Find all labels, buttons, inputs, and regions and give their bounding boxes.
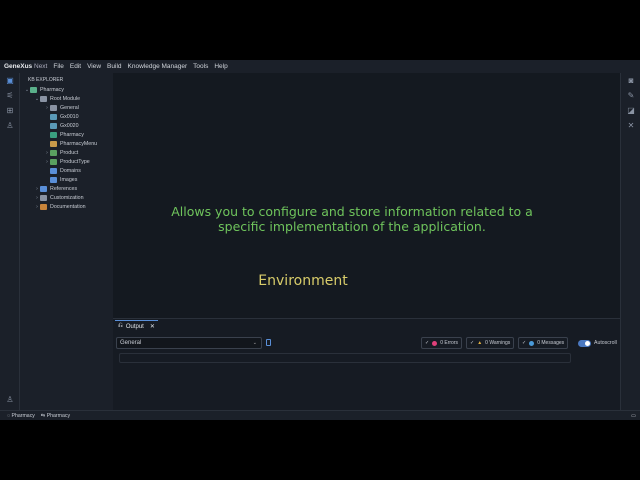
kb-tree: ⌄ Pharmacy ⌄ Root Module › General Gx0010 Gx002… bbox=[20, 85, 113, 211]
tree-item-label: Product bbox=[60, 149, 79, 156]
output-category-select[interactable]: General ⌄ bbox=[116, 337, 262, 349]
activity-bar: ▣ ⚟ ⊞ ♙ ♙ bbox=[0, 73, 20, 410]
kb-explorer-icon[interactable]: ▣ bbox=[0, 73, 20, 88]
autoscroll-toggle[interactable] bbox=[578, 340, 591, 347]
object-icon bbox=[50, 149, 57, 156]
error-icon bbox=[432, 340, 438, 346]
object-icon bbox=[50, 131, 57, 138]
autoscroll-label: Autoscroll bbox=[594, 340, 617, 346]
tab-output[interactable]: ⎌ Output ✕ bbox=[115, 320, 158, 332]
tree-item-label: Images bbox=[60, 176, 78, 183]
team-icon[interactable]: ♙ bbox=[0, 118, 20, 133]
messages-filter[interactable]: ✓ 0 Messages bbox=[518, 337, 569, 349]
check-icon: ✓ bbox=[522, 340, 527, 346]
object-icon bbox=[50, 122, 57, 129]
info-icon bbox=[529, 340, 535, 346]
tree-item-label: Gx0020 bbox=[60, 122, 79, 129]
app-window: GeneXus Next File Edit View Build Knowle… bbox=[0, 60, 640, 420]
object-icon bbox=[30, 86, 37, 93]
tree-item[interactable]: › ProductType bbox=[20, 157, 113, 166]
warning-icon: ▲ bbox=[477, 340, 483, 346]
tree-item-label: Domains bbox=[60, 167, 81, 174]
status-environment[interactable]: ⇆ Pharmacy bbox=[41, 413, 70, 419]
tree-item[interactable]: Domains bbox=[20, 166, 113, 175]
tab-output-label: Output bbox=[125, 323, 144, 330]
check-icon: ✓ bbox=[470, 340, 475, 346]
object-icon bbox=[50, 176, 57, 183]
tree-item[interactable]: Gx0010 bbox=[20, 112, 113, 121]
errors-label: 0 Errors bbox=[440, 340, 458, 346]
menu-bar: GeneXus Next File Edit View Build Knowle… bbox=[0, 60, 640, 73]
properties-icon[interactable]: ◙ bbox=[621, 73, 640, 88]
status-env-label: Pharmacy bbox=[46, 412, 71, 419]
kb-explorer-title: KB EXPLORER bbox=[28, 77, 64, 83]
check-icon: ✓ bbox=[425, 340, 430, 346]
tree-item[interactable]: › Customization bbox=[20, 193, 113, 202]
warnings-filter[interactable]: ✓ ▲ 0 Warnings bbox=[466, 337, 515, 349]
errors-filter[interactable]: ✓ 0 Errors bbox=[421, 337, 462, 349]
tree-item-label: PharmacyMenu bbox=[60, 140, 98, 147]
editor-area: Allows you to configure and store inform… bbox=[113, 73, 620, 318]
menu-help[interactable]: Help bbox=[214, 63, 227, 70]
close-icon[interactable]: ✕ bbox=[150, 323, 155, 330]
tree-item[interactable]: › General bbox=[20, 103, 113, 112]
tree-item-label: Documentation bbox=[50, 203, 86, 210]
object-icon bbox=[50, 140, 57, 147]
account-icon[interactable]: ♙ bbox=[0, 392, 20, 407]
object-icon bbox=[40, 194, 47, 201]
tree-item[interactable]: › References bbox=[20, 184, 113, 193]
tree-item-label: References bbox=[50, 185, 78, 192]
menu-knowledge-manager[interactable]: Knowledge Manager bbox=[128, 63, 188, 70]
object-description: Allows you to configure and store inform… bbox=[171, 204, 533, 234]
object-icon bbox=[40, 203, 47, 210]
tree-item[interactable]: PharmacyMenu bbox=[20, 139, 113, 148]
menu-build[interactable]: Build bbox=[107, 63, 121, 70]
tree-item-label: Gx0010 bbox=[60, 113, 79, 120]
warnings-label: 0 Warnings bbox=[485, 340, 511, 346]
tree-item[interactable]: Images bbox=[20, 175, 113, 184]
object-title: Environment bbox=[258, 273, 348, 289]
object-icon bbox=[40, 95, 47, 102]
chevron-down-icon: ⌄ bbox=[252, 340, 257, 346]
menu-view[interactable]: View bbox=[87, 63, 101, 70]
tree-item[interactable]: Gx0020 bbox=[20, 121, 113, 130]
object-icon bbox=[50, 113, 57, 120]
select-value: General bbox=[120, 340, 142, 346]
object-icon bbox=[40, 185, 47, 192]
tree-item-label: Pharmacy bbox=[40, 86, 64, 93]
expand-icon[interactable]: ◪ bbox=[621, 103, 640, 118]
tree-item-label: Customization bbox=[50, 194, 84, 201]
status-kb[interactable]: ◌ Pharmacy bbox=[7, 413, 35, 419]
messages-label: 0 Messages bbox=[537, 340, 565, 346]
object-icon bbox=[50, 167, 57, 174]
toolbox-icon[interactable]: ⊞ bbox=[0, 103, 20, 118]
tools-icon[interactable]: ✕ bbox=[621, 118, 640, 133]
menu-tools[interactable]: Tools bbox=[193, 63, 208, 70]
tree-item-label: Root Module bbox=[50, 95, 81, 102]
output-content[interactable] bbox=[119, 353, 571, 363]
clear-output-icon[interactable] bbox=[266, 339, 271, 346]
menu-file[interactable]: File bbox=[53, 63, 63, 70]
status-kb-label: Pharmacy bbox=[11, 412, 35, 419]
object-icon bbox=[50, 104, 57, 111]
preferences-icon[interactable]: ⚟ bbox=[0, 88, 20, 103]
right-bar: ◙ ✎ ◪ ✕ bbox=[620, 73, 640, 410]
status-bar: ◌ Pharmacy ⇆ Pharmacy ▭ bbox=[0, 410, 640, 420]
app-logo: GeneXus Next bbox=[4, 63, 48, 70]
tree-item[interactable]: › Documentation bbox=[20, 202, 113, 211]
layout-icon[interactable]: ▭ bbox=[631, 413, 636, 419]
tree-item[interactable]: › Product bbox=[20, 148, 113, 157]
menu-edit[interactable]: Edit bbox=[70, 63, 81, 70]
tree-item[interactable]: ⌄ Pharmacy bbox=[20, 85, 113, 94]
output-panel: ⎌ Output ✕ General ⌄ ✓ 0 Errors ✓ ▲ 0 Warnings… bbox=[113, 318, 620, 410]
object-icon bbox=[50, 158, 57, 165]
tree-item[interactable]: Pharmacy bbox=[20, 130, 113, 139]
paint-icon[interactable]: ✎ bbox=[621, 88, 640, 103]
tree-item[interactable]: ⌄ Root Module bbox=[20, 94, 113, 103]
kb-explorer: KB EXPLORER ⌄ Pharmacy ⌄ Root Module › Genera… bbox=[20, 73, 113, 410]
tree-item-label: Pharmacy bbox=[60, 131, 84, 138]
tree-item-label: ProductType bbox=[60, 158, 90, 165]
output-icon: ⎌ bbox=[118, 323, 123, 329]
tree-item-label: General bbox=[60, 104, 79, 111]
